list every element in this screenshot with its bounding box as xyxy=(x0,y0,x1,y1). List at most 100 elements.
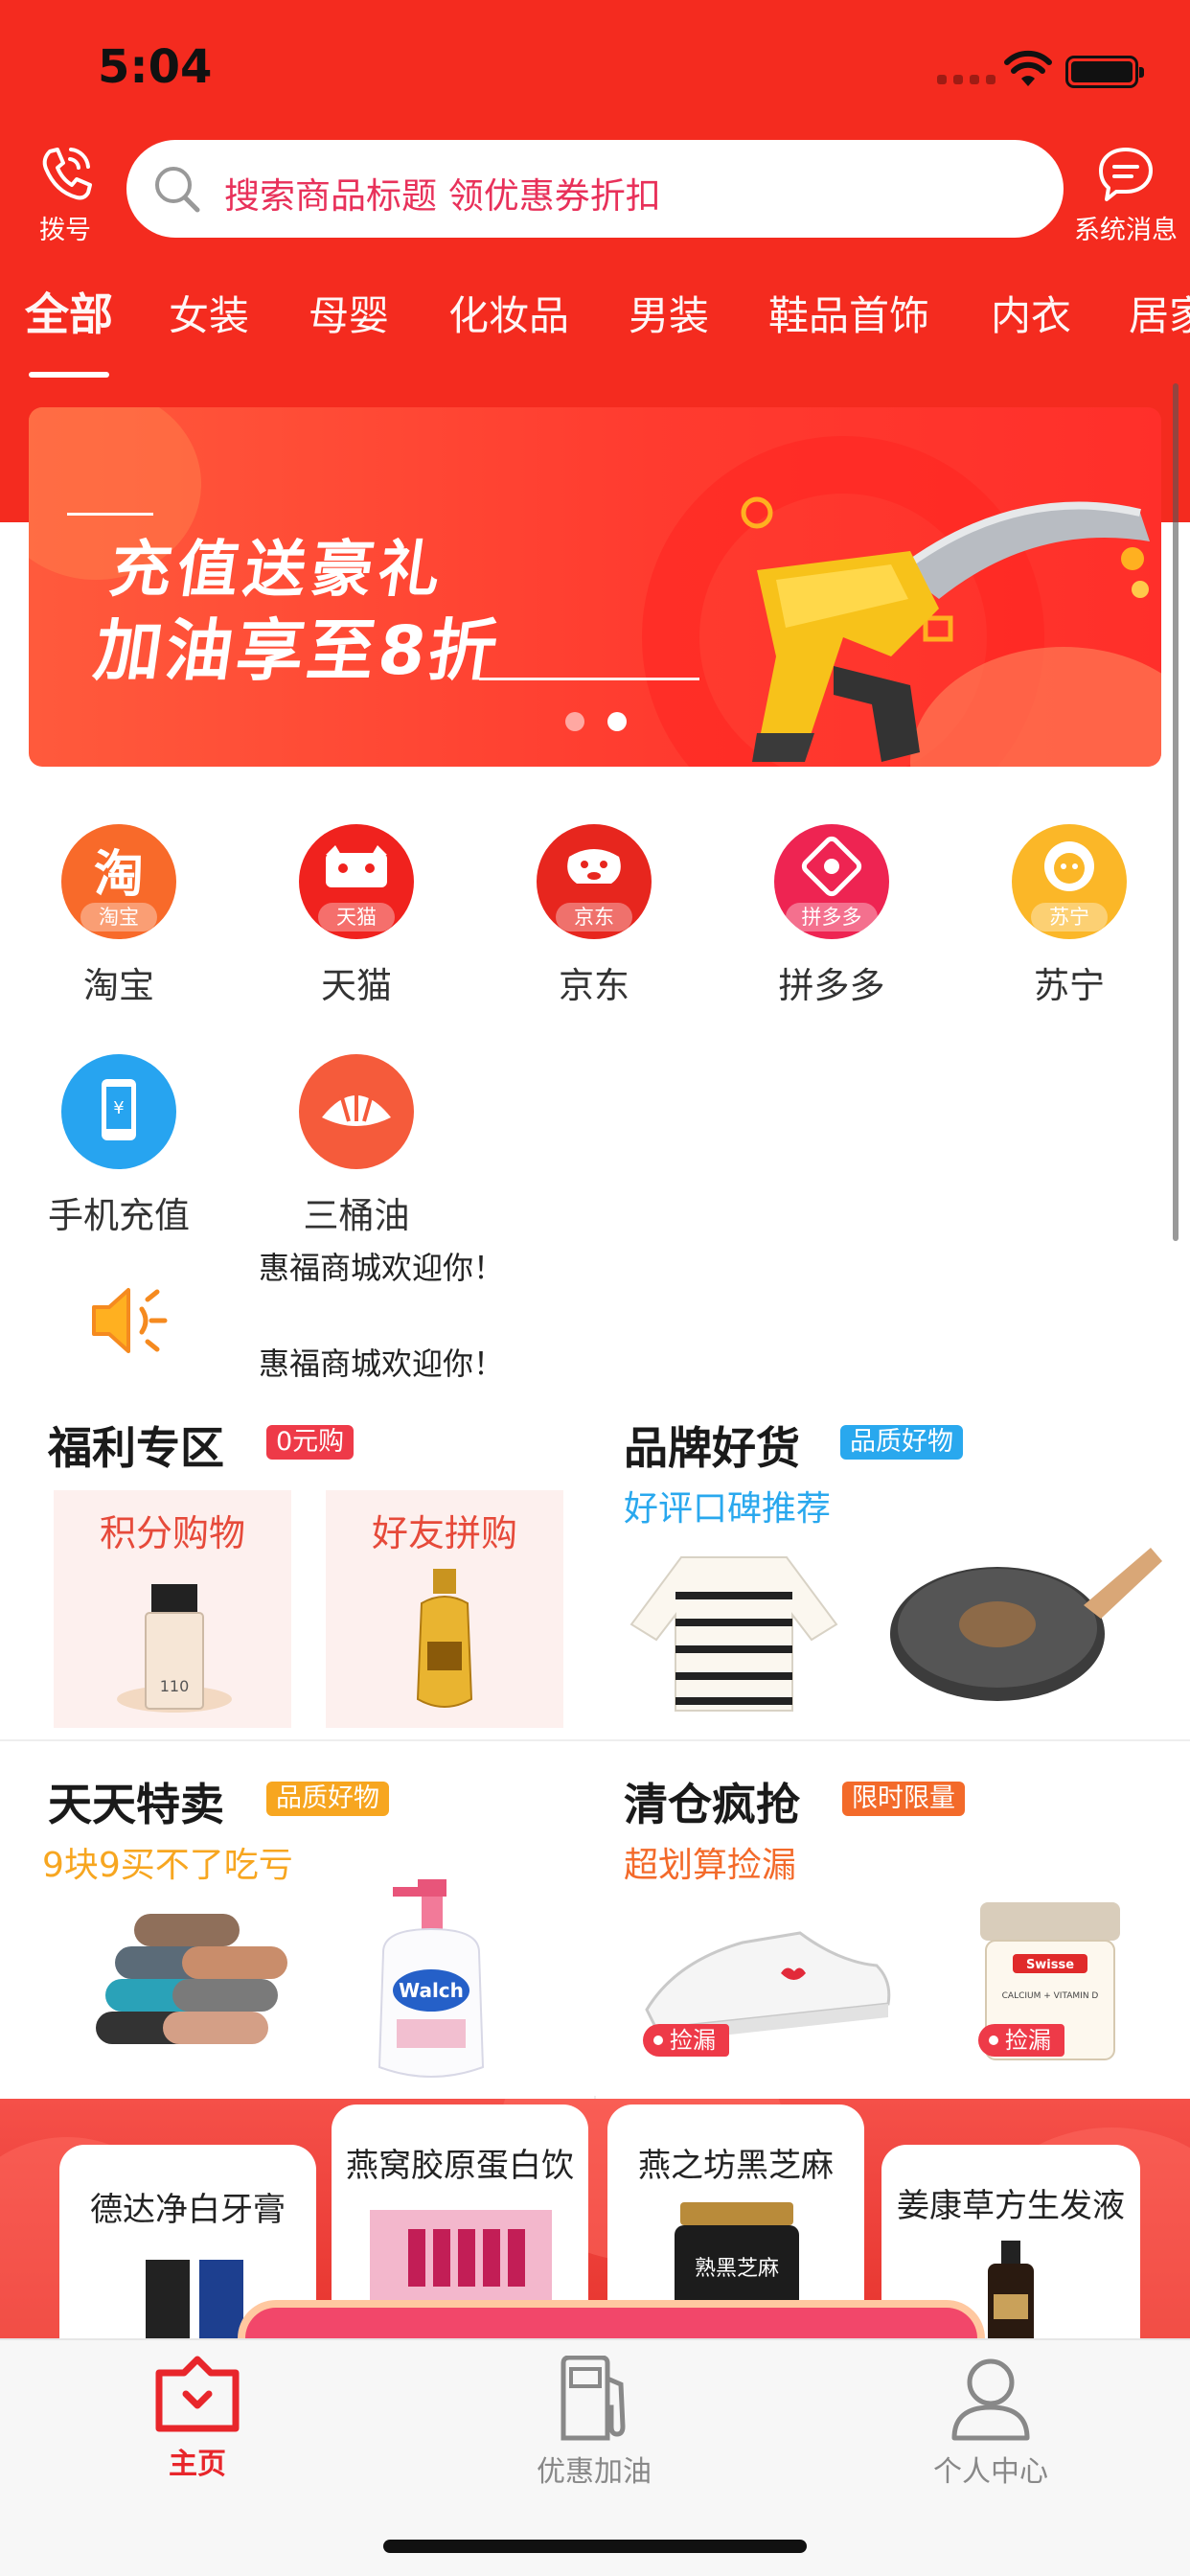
wifi-icon xyxy=(1004,50,1052,86)
search-icon xyxy=(155,167,200,213)
welfare-zone[interactable]: 福利专区 0元购 积分购物 110 好友拼购 xyxy=(0,1385,595,1739)
platform-label: 淘宝 xyxy=(83,965,154,1006)
jd-dog-icon: 京东 xyxy=(537,824,652,939)
announcement-marquee[interactable]: 惠福商城欢迎你！ 惠福商城欢迎你！ xyxy=(0,1246,1190,1380)
scrollbar[interactable] xyxy=(1173,383,1179,1241)
brand-goods-zone[interactable]: 品牌好货 品质好物 好评口碑推荐 xyxy=(595,1385,1190,1739)
welfare-tag: 0元购 xyxy=(266,1425,355,1460)
friend-group-buy-label: 好友拼购 xyxy=(371,1512,517,1554)
points-shopping-card[interactable]: 积分购物 110 xyxy=(54,1490,291,1728)
platform-jd[interactable]: 京东 京东 xyxy=(498,824,690,1008)
bargain-tag: 捡漏 xyxy=(643,2024,729,2057)
bargain-tag: 捡漏 xyxy=(978,2024,1064,2057)
fuel-pump-icon xyxy=(561,2356,626,2441)
hand-wash-bottle-image: Walch xyxy=(378,1879,485,2078)
tab-home-label: 主页 xyxy=(169,2448,226,2481)
fuel-nozzle-image xyxy=(741,496,1150,762)
suning-lion-icon: 苏宁 xyxy=(1012,824,1127,939)
status-bar: 5:04 xyxy=(0,0,1190,134)
platform-tmall[interactable]: 天猫 天猫 xyxy=(261,824,452,1008)
oil-shell-icon xyxy=(299,1054,414,1169)
app-screen: 5:04 拨号 搜索商品标题 领优惠券折扣 系统消息 全部 女装 母婴 化妆品 … xyxy=(0,0,1190,2576)
banner-subheadline: 加油享至8折 xyxy=(89,611,506,690)
category-tabs: 全部 女装 母婴 化妆品 男装 鞋品首饰 内衣 居家 xyxy=(0,278,1190,383)
points-shopping-label: 积分购物 xyxy=(99,1512,245,1554)
tab-shoes-jewelry[interactable]: 鞋品首饰 xyxy=(768,284,929,342)
tab-profile-label: 个人中心 xyxy=(933,2455,1048,2489)
platform-pinduoduo[interactable]: 拼多多 拼多多 xyxy=(736,824,927,1008)
welfare-title: 福利专区 xyxy=(48,1422,224,1474)
cellular-signal-icon xyxy=(937,75,995,84)
platform-label: 苏宁 xyxy=(1034,965,1105,1006)
clearance-subtitle: 超划算捡漏 xyxy=(624,1846,797,1885)
svg-text:¥: ¥ xyxy=(113,1098,124,1118)
tab-underwear[interactable]: 内衣 xyxy=(991,284,1071,342)
daily-special-title: 天天特卖 xyxy=(48,1779,224,1830)
recommended-item-name: 德达净白牙膏 xyxy=(90,2191,286,2229)
recommended-item-name: 姜康草方生发液 xyxy=(897,2187,1125,2225)
banner-pagination xyxy=(565,712,627,731)
recommended-item-name: 燕之坊黑芝麻 xyxy=(638,2147,834,2185)
platform-label: 天猫 xyxy=(321,965,392,1006)
frying-pan-image xyxy=(890,1548,1162,1701)
trash-bag-rolls-image xyxy=(96,1914,287,2044)
banner-headline: 充值送豪礼 xyxy=(104,535,451,606)
clearance-zone[interactable]: 清仓疯抢 限时限量 超划算捡漏 捡漏 Swisse CALCIUM + VITA… xyxy=(595,1741,1190,2096)
clearance-tag: 限时限量 xyxy=(842,1782,965,1816)
active-tab-indicator xyxy=(29,372,109,378)
taobao-icon: 淘 淘宝 xyxy=(61,824,176,939)
clearance-title: 清仓疯抢 xyxy=(624,1779,800,1830)
daily-special-zone[interactable]: 天天特卖 品质好物 9块9买不了吃亏 Walch xyxy=(0,1741,595,2096)
brand-goods-tag: 品质好物 xyxy=(840,1425,963,1460)
platform-label: 手机充值 xyxy=(48,1195,190,1236)
dial-button[interactable]: 拨号 xyxy=(27,144,103,246)
platform-label: 京东 xyxy=(559,965,629,1006)
recommended-item-name: 燕窝胶原蛋白饮 xyxy=(346,2147,574,2185)
system-messages-button[interactable]: 系统消息 xyxy=(1065,144,1186,246)
striped-sweater-image xyxy=(629,1556,838,1712)
status-time: 5:04 xyxy=(98,40,213,94)
home-shop-icon xyxy=(155,2356,240,2432)
friend-group-buy-card[interactable]: 好友拼购 xyxy=(326,1490,563,1728)
platform-three-oil[interactable]: 三桶油 xyxy=(261,1054,452,1238)
person-icon xyxy=(951,2358,1030,2441)
tmall-cat-icon: 天猫 xyxy=(299,824,414,939)
phone-icon xyxy=(42,148,92,200)
tab-profile[interactable]: 个人中心 xyxy=(876,2356,1106,2490)
tab-all[interactable]: 全部 xyxy=(25,280,113,343)
brand-goods-subtitle: 好评口碑推荐 xyxy=(624,1489,832,1529)
tab-fuel-discount[interactable]: 优惠加油 xyxy=(479,2356,709,2490)
brand-goods-title: 品牌好货 xyxy=(624,1422,800,1474)
platform-phone-recharge[interactable]: ¥ 手机充值 xyxy=(23,1054,215,1238)
promo-banner[interactable]: 充值送豪礼 加油享至8折 xyxy=(29,407,1161,767)
platform-suning[interactable]: 苏宁 苏宁 xyxy=(973,824,1165,1008)
phone-recharge-icon: ¥ xyxy=(61,1054,176,1169)
tab-home[interactable]: 主页 xyxy=(82,2356,312,2482)
foundation-bottle-image: 110 xyxy=(117,1584,232,1713)
search-bar[interactable]: 搜索商品标题 领优惠券折扣 xyxy=(126,140,1064,238)
sesame-label: 熟黑芝麻 xyxy=(695,2257,779,2281)
tab-womens[interactable]: 女装 xyxy=(169,284,249,342)
battery-icon xyxy=(1065,56,1144,88)
chat-bubble-icon xyxy=(1099,148,1153,201)
announcement-text-prev: 惠福商城欢迎你！ xyxy=(259,1250,505,1286)
platform-taobao[interactable]: 淘 淘宝 淘宝 xyxy=(23,824,215,1008)
platform-label: 三桶油 xyxy=(303,1195,410,1236)
speaker-icon xyxy=(92,1288,168,1353)
tab-mens[interactable]: 男装 xyxy=(629,284,709,342)
jar-description: CALCIUM + VITAMIN D xyxy=(1002,1991,1099,2001)
hair-oil-bottle-image xyxy=(416,1569,473,1708)
search-placeholder: 搜索商品标题 领优惠券折扣 xyxy=(224,175,661,217)
daily-special-subtitle: 9块9买不了吃亏 xyxy=(42,1846,293,1885)
pinduoduo-icon: 拼多多 xyxy=(774,824,889,939)
handwash-brand: Walch xyxy=(399,1979,464,2002)
platform-label: 拼多多 xyxy=(778,965,885,1006)
jar-brand: Swisse xyxy=(1026,1958,1074,1972)
tab-cosmetics[interactable]: 化妆品 xyxy=(448,284,569,342)
tab-fuel-discount-label: 优惠加油 xyxy=(537,2455,652,2489)
system-messages-label: 系统消息 xyxy=(1074,216,1178,245)
announcement-text: 惠福商城欢迎你！ xyxy=(259,1346,505,1380)
tab-home-goods[interactable]: 居家 xyxy=(1129,284,1190,342)
home-indicator xyxy=(383,2540,807,2553)
tab-baby[interactable]: 母婴 xyxy=(309,284,389,342)
